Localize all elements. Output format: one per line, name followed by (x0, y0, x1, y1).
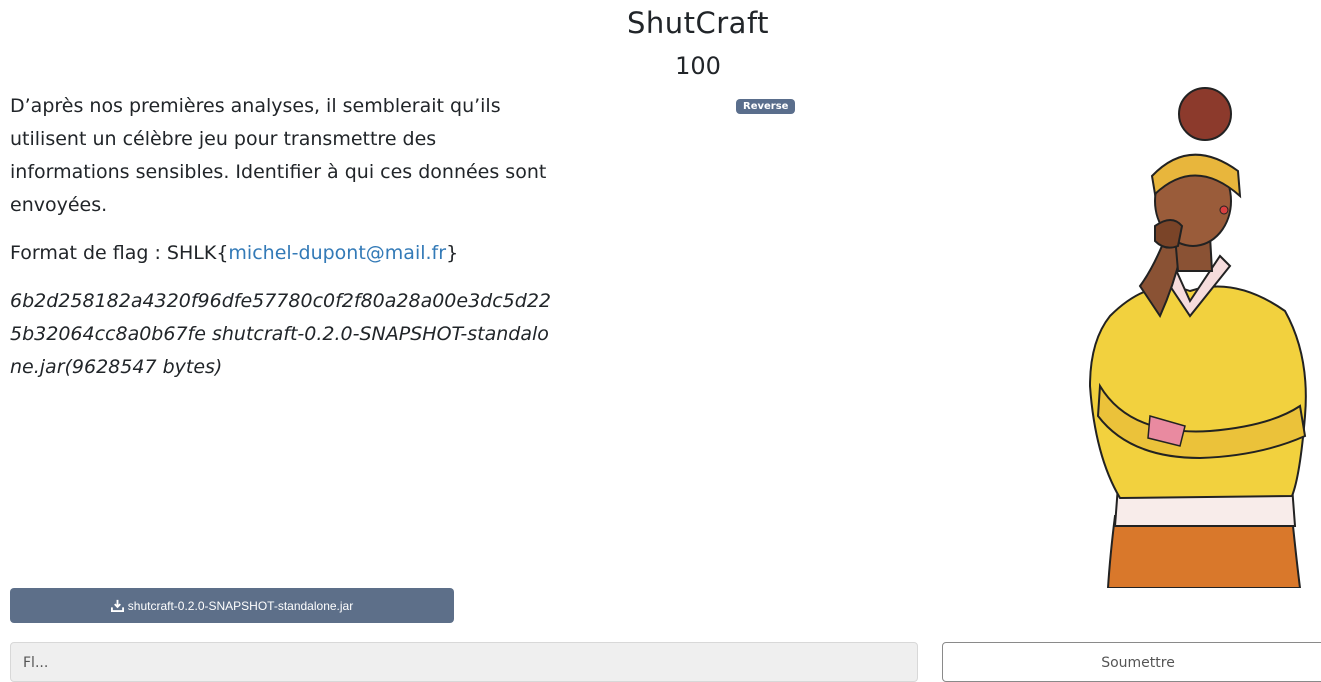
challenge-title: ShutCraft (626, 6, 770, 40)
file-hash-info: 6b2d258182a4320f96dfe57780c0f2f80a28a00e… (10, 290, 551, 378)
submit-button[interactable]: Soumettre (942, 642, 1321, 682)
thinking-woman-illustration (1088, 87, 1307, 588)
challenge-points: 100 (675, 52, 721, 80)
flag-input-placeholder: Fl... (23, 655, 49, 671)
flag-format-prefix: Format de flag : SHLK{ (10, 242, 229, 264)
challenge-description: D’après nos premières analyses, il sembl… (10, 95, 547, 216)
download-icon (110, 599, 124, 612)
flag-input[interactable]: Fl... (10, 642, 918, 682)
flag-format-email-link[interactable]: michel-dupont@mail.fr (228, 242, 446, 264)
download-file-button[interactable]: shutcraft-0.2.0-SNAPSHOT-standalone.jar (10, 588, 454, 623)
flag-format-suffix: } (446, 242, 459, 264)
download-file-label: shutcraft-0.2.0-SNAPSHOT-standalone.jar (127, 598, 354, 613)
submit-button-label: Soumettre (1101, 655, 1175, 671)
flag-format: Format de flag : SHLK{michel-dupont@mail… (10, 237, 555, 270)
category-badge: Reverse (736, 99, 796, 114)
